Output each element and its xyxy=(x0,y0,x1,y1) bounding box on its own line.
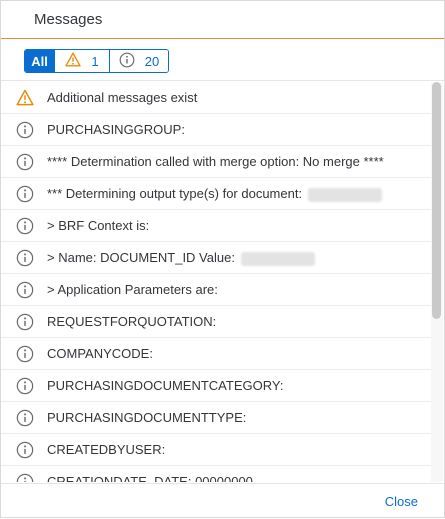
info-circle-icon xyxy=(16,281,34,299)
dialog-header: Messages xyxy=(1,1,444,39)
message-list-scrollbar[interactable] xyxy=(431,82,443,482)
message-row[interactable]: > BRF Context is: xyxy=(1,210,431,242)
warning-icon xyxy=(65,52,82,70)
message-text: COMPANYCODE: xyxy=(47,346,153,361)
info-circle-icon xyxy=(16,345,34,363)
redacted-document-number xyxy=(308,187,383,202)
message-row[interactable]: CREATEDBYUSER: xyxy=(1,434,431,466)
message-row[interactable]: PURCHASINGGROUP: xyxy=(1,114,431,146)
message-text: REQUESTFORQUOTATION: xyxy=(47,314,217,329)
message-text: CREATIONDATE_DATE: 00000000 xyxy=(47,474,253,482)
scrollbar-thumb[interactable] xyxy=(432,82,441,319)
message-text: PURCHASINGGROUP: xyxy=(47,122,185,137)
message-row[interactable]: PURCHASINGDOCUMENTCATEGORY: xyxy=(1,370,431,402)
message-text-with-redacted-value: *** Determining output type(s) for docum… xyxy=(47,186,383,202)
message-text: Additional messages exist xyxy=(47,90,198,105)
message-text: **** Determination called with merge opt… xyxy=(47,154,384,169)
message-text-with-redacted-value: > Name: DOCUMENT_ID Value: xyxy=(47,250,315,266)
info-circle-icon xyxy=(16,409,34,427)
message-text: > BRF Context is: xyxy=(47,218,150,233)
message-row[interactable]: CREATIONDATE_DATE: 00000000 xyxy=(1,466,431,482)
info-icon xyxy=(119,52,135,71)
info-circle-icon xyxy=(16,249,34,267)
info-circle-icon xyxy=(16,153,34,171)
message-text: CREATEDBYUSER: xyxy=(47,442,166,457)
message-filter-bar: All 1 20 xyxy=(1,40,444,81)
message-text: *** Determining output type(s) for docum… xyxy=(47,186,303,201)
filter-all-label: All xyxy=(31,53,48,69)
info-circle-icon xyxy=(16,185,34,203)
message-list: Additional messages exist PURCHASINGGROU… xyxy=(1,82,431,482)
message-row[interactable]: REQUESTFORQUOTATION: xyxy=(1,306,431,338)
message-row[interactable]: Additional messages exist xyxy=(1,82,431,114)
filter-all-button[interactable]: All xyxy=(25,50,55,72)
filter-warning-count: 1 xyxy=(91,53,99,69)
info-circle-icon xyxy=(16,441,34,459)
message-row[interactable]: PURCHASINGDOCUMENTTYPE: xyxy=(1,402,431,434)
message-row[interactable]: **** Determination called with merge opt… xyxy=(1,146,431,178)
message-text: > Application Parameters are: xyxy=(47,282,218,297)
info-circle-icon xyxy=(16,217,34,235)
filter-info-count: 20 xyxy=(144,53,160,69)
warning-triangle-icon xyxy=(16,89,34,107)
message-text: PURCHASINGDOCUMENTCATEGORY: xyxy=(47,378,284,393)
message-text: > Name: DOCUMENT_ID Value: xyxy=(47,250,235,265)
dialog-footer: Close xyxy=(1,483,444,519)
messages-dialog: Messages All 1 20 Additional messages ex… xyxy=(0,0,445,518)
message-row[interactable]: > Name: DOCUMENT_ID Value: xyxy=(1,242,431,274)
message-row[interactable]: *** Determining output type(s) for docum… xyxy=(1,178,431,210)
message-row[interactable]: > Application Parameters are: xyxy=(1,274,431,306)
info-circle-icon xyxy=(16,313,34,331)
dialog-title: Messages xyxy=(34,11,103,28)
message-row[interactable]: COMPANYCODE: xyxy=(1,338,431,370)
redacted-document-id xyxy=(240,251,315,266)
info-circle-icon xyxy=(16,121,34,139)
message-type-filter: All 1 20 xyxy=(24,49,169,73)
filter-info-button[interactable]: 20 xyxy=(110,50,168,72)
message-text: PURCHASINGDOCUMENTTYPE: xyxy=(47,410,247,425)
info-circle-icon xyxy=(16,377,34,395)
close-button[interactable]: Close xyxy=(385,494,418,509)
filter-warning-button[interactable]: 1 xyxy=(55,50,110,72)
info-circle-icon xyxy=(16,473,34,482)
